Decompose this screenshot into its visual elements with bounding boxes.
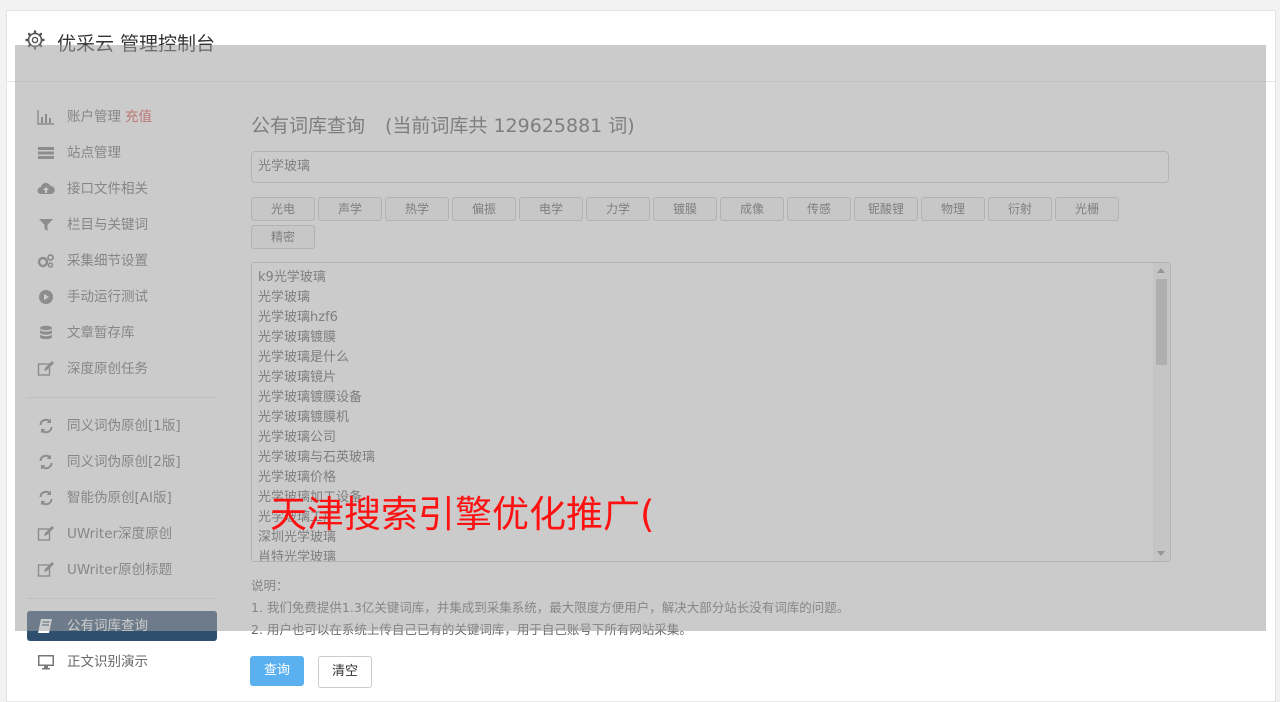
list-item: 光学玻璃镀膜: [258, 330, 337, 345]
keyword-search-input[interactable]: 光学玻璃: [251, 151, 1169, 183]
sidebar-item-label: 正文识别演示: [67, 654, 148, 670]
refresh-icon: [39, 454, 53, 470]
list-item: 光学玻璃镜片: [258, 370, 337, 385]
sidebar-item-label: 手动运行测试: [67, 289, 148, 305]
sidebar-divider: [27, 598, 217, 599]
edit-icon: [37, 562, 54, 577]
sidebar-item-label: 同义词伪原创[1版]: [67, 418, 181, 434]
book-icon: [38, 619, 52, 633]
sidebar-item-ai-rewrite[interactable]: 智能伪原创[AI版]: [27, 480, 217, 516]
tag-button[interactable]: 镀膜: [653, 197, 717, 221]
notes-line: 2. 用户也可以在系统上传自己已有的关键词库，用于自己账号下所有网站采集。: [251, 622, 692, 637]
query-button[interactable]: 查询: [250, 656, 304, 686]
server-icon: [38, 147, 54, 159]
list-item: 光学玻璃: [258, 290, 311, 305]
sidebar-item-article-store[interactable]: 文章暂存库: [27, 315, 217, 351]
play-circle-icon: [39, 290, 53, 304]
tag-button[interactable]: 成像: [720, 197, 784, 221]
main-content: 公有词库查询 (当前词库共 129625881 词) 光学玻璃 光电 声学 热学 偏振电…: [251, 111, 1171, 641]
sidebar-item-uwriter-title[interactable]: UWriter原创标题: [27, 552, 217, 588]
top-bar: 优采云 管理控制台: [7, 11, 1275, 82]
bar-chart-icon: [37, 110, 54, 125]
sidebar-item-label: 深度原创任务: [67, 361, 148, 377]
tag-button[interactable]: 力学: [586, 197, 650, 221]
sidebar-item-label: 栏目与关键词: [67, 217, 148, 233]
list-item: 光学玻璃hzf6: [258, 310, 338, 325]
sidebar-item-label: 公有词库查询: [67, 618, 148, 634]
refresh-icon: [39, 418, 53, 434]
sidebar-item-label: 采集细节设置: [67, 253, 148, 269]
sidebar-item-label: 账户管理: [67, 109, 121, 125]
list-item: 光学玻璃镀膜机: [258, 410, 350, 425]
sidebar-item-label: 站点管理: [67, 145, 121, 161]
sidebar-item-uwriter-deep[interactable]: UWriter深度原创: [27, 516, 217, 552]
notes-line: 1. 我们免费提供1.3亿关键词库，并集成到采集系统，最大限度方便用户，解决大部…: [251, 600, 850, 615]
results-scrollbar[interactable]: [1153, 263, 1170, 561]
scroll-thumb[interactable]: [1156, 279, 1167, 365]
page-title-text: 公有词库查询: [251, 115, 366, 137]
scroll-down-arrow-icon[interactable]: [1157, 551, 1165, 556]
sidebar-item-label: 文章暂存库: [67, 325, 135, 341]
sidebar-item-interface-files[interactable]: 接口文件相关: [27, 171, 217, 207]
tag-button[interactable]: 精密: [251, 225, 315, 249]
tag-button[interactable]: 光栅: [1055, 197, 1119, 221]
clear-button[interactable]: 清空: [318, 656, 372, 688]
app-title: 优采云 管理控制台: [57, 33, 216, 55]
sidebar-item-sites[interactable]: 站点管理: [27, 135, 217, 171]
sidebar-item-label: UWriter深度原创: [67, 526, 173, 542]
sidebar-item-synonym-v1[interactable]: 同义词伪原创[1版]: [27, 408, 217, 444]
list-item: 光学玻璃与石英玻璃: [258, 450, 376, 465]
tag-button[interactable]: 偏振: [452, 197, 516, 221]
sidebar-item-text-recognition[interactable]: 正文识别演示: [27, 644, 217, 680]
tag-button[interactable]: 电学: [519, 197, 583, 221]
sidebar-item-label: 智能伪原创[AI版]: [67, 490, 172, 506]
notes: 说明： 1. 我们免费提供1.3亿关键词库，并集成到采集系统，最大限度方便用户，…: [251, 575, 1171, 641]
gear-icon: [25, 30, 45, 50]
sidebar: 账户管理 充值 站点管理 接口文件相关 栏目与关键词 采集细节设置 手动运行测试 …: [27, 99, 217, 680]
list-item: k9光学玻璃: [258, 270, 326, 285]
sidebar-item-public-lexicon[interactable]: 公有词库查询: [27, 611, 217, 641]
tag-button[interactable]: 光电: [251, 197, 315, 221]
recharge-link[interactable]: 充值: [125, 109, 152, 125]
list-item: 光学玻璃镀膜设备: [258, 390, 363, 405]
sidebar-item-label: 接口文件相关: [67, 181, 148, 197]
lexicon-count: (当前词库共 129625881 词): [385, 115, 635, 137]
tag-button[interactable]: 衍射: [988, 197, 1052, 221]
sidebar-item-label: 同义词伪原创[2版]: [67, 454, 181, 470]
watermark-text: 天津搜索引擎优化推广(: [270, 493, 655, 536]
sidebar-item-collect-settings[interactable]: 采集细节设置: [27, 243, 217, 279]
edit-icon: [37, 526, 54, 541]
scroll-up-arrow-icon[interactable]: [1157, 268, 1165, 273]
console-card: 优采云 管理控制台 账户管理 充值 站点管理 接口文件相关 栏目与关键词 采集细节…: [6, 10, 1276, 702]
filter-icon: [39, 219, 53, 231]
sidebar-divider: [27, 397, 217, 398]
tag-button[interactable]: 传感: [787, 197, 851, 221]
monitor-icon: [38, 655, 54, 670]
edit-icon: [37, 361, 54, 376]
list-item: 肖特光学玻璃: [258, 550, 337, 562]
cloud-upload-icon: [37, 182, 55, 194]
database-icon: [40, 325, 52, 340]
sidebar-item-manual-run[interactable]: 手动运行测试: [27, 279, 217, 315]
tag-button[interactable]: 声学: [318, 197, 382, 221]
tag-button[interactable]: 物理: [921, 197, 985, 221]
refresh-icon: [39, 490, 53, 506]
sidebar-item-columns-keywords[interactable]: 栏目与关键词: [27, 207, 217, 243]
sidebar-item-account[interactable]: 账户管理 充值: [27, 99, 217, 135]
sidebar-item-label: UWriter原创标题: [67, 562, 173, 578]
list-item: 光学玻璃是什么: [258, 350, 350, 365]
category-tags: 光电 声学 热学 偏振 电学 力学 镀膜 成像 传感 铌酸锂 物理 衍射 光栅精密: [251, 197, 1151, 253]
tag-button[interactable]: 热学: [385, 197, 449, 221]
page-title: 公有词库查询 (当前词库共 129625881 词): [251, 111, 1171, 141]
sidebar-item-synonym-v2[interactable]: 同义词伪原创[2版]: [27, 444, 217, 480]
notes-heading: 说明：: [251, 578, 289, 593]
sidebar-item-deep-original-tasks[interactable]: 深度原创任务: [27, 351, 217, 387]
tag-button[interactable]: 铌酸锂: [854, 197, 918, 221]
list-item: 光学玻璃公司: [258, 430, 337, 445]
gears-icon: [37, 254, 54, 268]
